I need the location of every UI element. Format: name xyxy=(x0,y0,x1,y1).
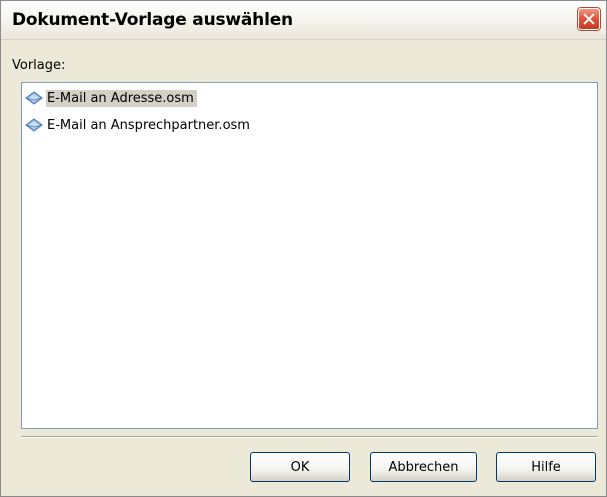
email-template-icon xyxy=(25,91,43,105)
close-icon[interactable] xyxy=(578,8,600,30)
ok-button[interactable]: OK xyxy=(250,452,350,482)
list-item-label: E-Mail an Adresse.osm xyxy=(46,89,197,107)
list-item[interactable]: E-Mail an Ansprechpartner.osm xyxy=(25,115,253,135)
template-label: Vorlage: xyxy=(12,58,66,73)
list-item-label: E-Mail an Ansprechpartner.osm xyxy=(47,117,250,133)
template-dialog: Dokument-Vorlage auswählen Vorlage: E-Ma… xyxy=(0,0,607,497)
cancel-button[interactable]: Abbrechen xyxy=(370,452,477,482)
help-button[interactable]: Hilfe xyxy=(496,452,596,482)
divider xyxy=(21,436,598,438)
template-listbox[interactable]: E-Mail an Adresse.osm E-Mail an Ansprech… xyxy=(21,82,598,429)
title-bar[interactable]: Dokument-Vorlage auswählen xyxy=(1,1,606,40)
dialog-title: Dokument-Vorlage auswählen xyxy=(12,10,293,30)
email-template-icon xyxy=(25,118,43,132)
list-item[interactable]: E-Mail an Adresse.osm xyxy=(25,88,197,108)
